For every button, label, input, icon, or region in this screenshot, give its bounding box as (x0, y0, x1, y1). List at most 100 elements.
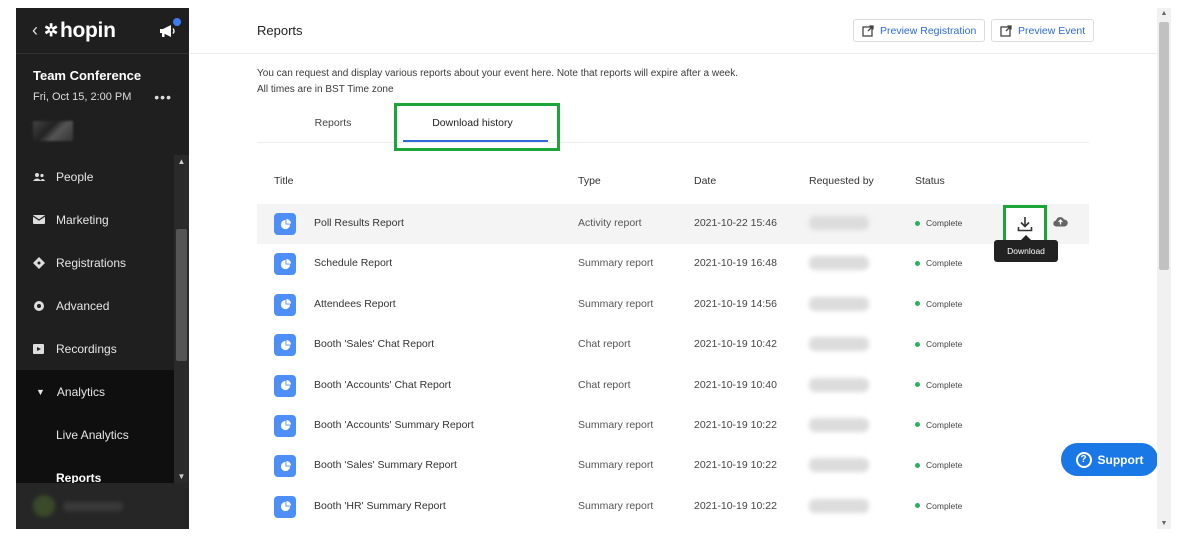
report-icon (274, 253, 296, 276)
table-row[interactable]: Booth 'Accounts' Chat Report Chat report 2… (257, 366, 1089, 406)
user-name-blurred (63, 501, 123, 511)
status-dot (915, 220, 920, 226)
column-type: Type (578, 175, 601, 187)
scroll-up-icon[interactable]: ▲ (1157, 10, 1171, 17)
report-icon (274, 374, 296, 397)
table-row[interactable]: Attendees Report Summary report 2021-10-19… (257, 285, 1089, 325)
column-date: Date (694, 175, 717, 187)
report-type: Chat report (578, 378, 631, 391)
report-type: Summary report (578, 499, 654, 512)
report-title: Booth 'HR' Summary Report (314, 499, 446, 512)
scroll-up-icon[interactable]: ▲ (174, 157, 189, 166)
requested-by-blurred (809, 256, 869, 271)
status-label: Complete (926, 298, 963, 309)
report-title: Schedule Report (314, 257, 393, 270)
report-title: Attendees Report (314, 297, 396, 310)
sidebar-item-people[interactable]: People (16, 155, 174, 198)
mail-icon (33, 214, 45, 226)
sidebar-item-label: Analytics (56, 384, 105, 399)
sidebar-item-live-analytics[interactable]: Live Analytics (16, 413, 174, 456)
table-header: Title Type Date Requested by Status (257, 175, 1089, 191)
page-scrollbar[interactable]: ▲ ▼ (1157, 8, 1171, 529)
sidebar-item-label: Advanced (56, 298, 110, 313)
sidebar-item-recordings[interactable]: Recordings (16, 327, 174, 370)
download-tooltip: Download (994, 235, 1058, 262)
sidebar-header: ‹ ✲ hopin (16, 8, 189, 54)
ticket-icon (33, 256, 45, 269)
status-dot (915, 503, 920, 509)
intro-text: You can request and display various repo… (257, 66, 738, 98)
sidebar-item-label: Registrations (56, 255, 127, 270)
table-row[interactable]: Poll Results Report Activity report 2021-1… (257, 204, 1089, 262)
preview-registration-button[interactable]: Preview Registration (853, 19, 986, 42)
report-type: Chat report (578, 338, 631, 351)
report-type: Activity report (578, 217, 642, 229)
gear-icon (33, 300, 45, 312)
requested-by-blurred (809, 417, 869, 432)
table-row[interactable]: Booth 'Accounts' Summary Report Summary r… (257, 406, 1089, 446)
report-type: Summary report (578, 257, 654, 270)
status-label: Complete (926, 218, 963, 228)
status-badge: Complete (915, 420, 962, 430)
status-badge: Complete (915, 299, 962, 309)
more-options-icon[interactable]: ••• (154, 89, 172, 105)
requested-by-blurred (809, 498, 869, 513)
scroll-down-icon[interactable]: ▼ (1157, 520, 1171, 527)
people-icon (33, 171, 45, 183)
sidebar-item-label: Marketing (56, 212, 109, 227)
report-icon (274, 334, 296, 357)
back-chevron-icon[interactable]: ‹ (32, 20, 38, 41)
tab-reports[interactable]: Reports (257, 103, 409, 143)
preview-registration-label: Preview Registration (880, 24, 977, 37)
status-dot (915, 301, 920, 307)
sidebar-scroll-thumb[interactable] (176, 229, 187, 361)
external-link-icon (862, 24, 874, 37)
report-date: 2021-10-19 10:22 (694, 459, 777, 472)
page-title: Reports (257, 23, 303, 38)
sidebar-nav: People Marketing Registrations Advanced … (16, 155, 174, 499)
tabs: Reports Download history (257, 103, 1089, 151)
hopin-logo[interactable]: ✲ hopin (44, 19, 116, 43)
scroll-down-icon[interactable]: ▼ (174, 472, 189, 481)
report-type: Summary report (578, 418, 654, 431)
notification-dot (173, 17, 181, 26)
column-requested-by: Requested by (809, 175, 874, 187)
report-icon (274, 293, 296, 316)
page-scroll-thumb[interactable] (1159, 22, 1169, 270)
report-title: Booth 'Accounts' Chat Report (314, 378, 452, 391)
sidebar-item-marketing[interactable]: Marketing (16, 198, 174, 241)
cloud-upload-icon[interactable] (1053, 216, 1068, 230)
report-title: Booth 'Accounts' Summary Report (314, 418, 474, 431)
report-date: 2021-10-19 10:40 (694, 378, 777, 391)
sidebar-item-analytics[interactable]: ▼ Analytics (16, 370, 174, 413)
tab-download-history[interactable]: Download history (397, 103, 548, 143)
report-date: 2021-10-19 10:42 (694, 338, 777, 351)
table-row[interactable]: Schedule Report Summary report 2021-10-19 … (257, 244, 1089, 284)
report-date: 2021-10-19 16:48 (694, 257, 777, 270)
logo-text: hopin (59, 18, 116, 42)
requested-by-blurred (809, 458, 869, 473)
sidebar-scrollbar[interactable]: ▲ ▼ (174, 155, 189, 483)
announcement-megaphone-icon[interactable] (159, 17, 181, 38)
report-icon (274, 213, 296, 235)
support-label: Support (1097, 452, 1144, 467)
sidebar-item-registrations[interactable]: Registrations (16, 241, 174, 284)
sidebar-item-advanced[interactable]: Advanced (16, 284, 174, 327)
report-icon (274, 495, 296, 518)
status-dot (915, 260, 920, 266)
requested-by-blurred (809, 377, 869, 392)
sidebar: ‹ ✲ hopin Team Conference Fri, Oct 15, 2… (16, 8, 189, 529)
report-icon (274, 455, 296, 478)
table-row[interactable]: Booth 'Sales' Summary Report Summary repo… (257, 446, 1089, 486)
user-profile[interactable] (16, 483, 189, 529)
table-row[interactable]: Booth 'Sales' Chat Report Chat report 2021… (257, 325, 1089, 365)
status-dot (915, 341, 920, 347)
column-status: Status (915, 175, 945, 187)
intro-line-2: All times are in BST Time zone (257, 84, 394, 95)
sidebar-item-label: Recordings (56, 341, 117, 356)
support-button[interactable]: ? Support (1061, 443, 1158, 476)
preview-event-button[interactable]: Preview Event (991, 19, 1095, 42)
external-link-icon (1000, 24, 1012, 37)
table-row[interactable]: Booth 'HR' Summary Report Summary report 2… (257, 487, 1089, 527)
report-type: Summary report (578, 459, 654, 472)
